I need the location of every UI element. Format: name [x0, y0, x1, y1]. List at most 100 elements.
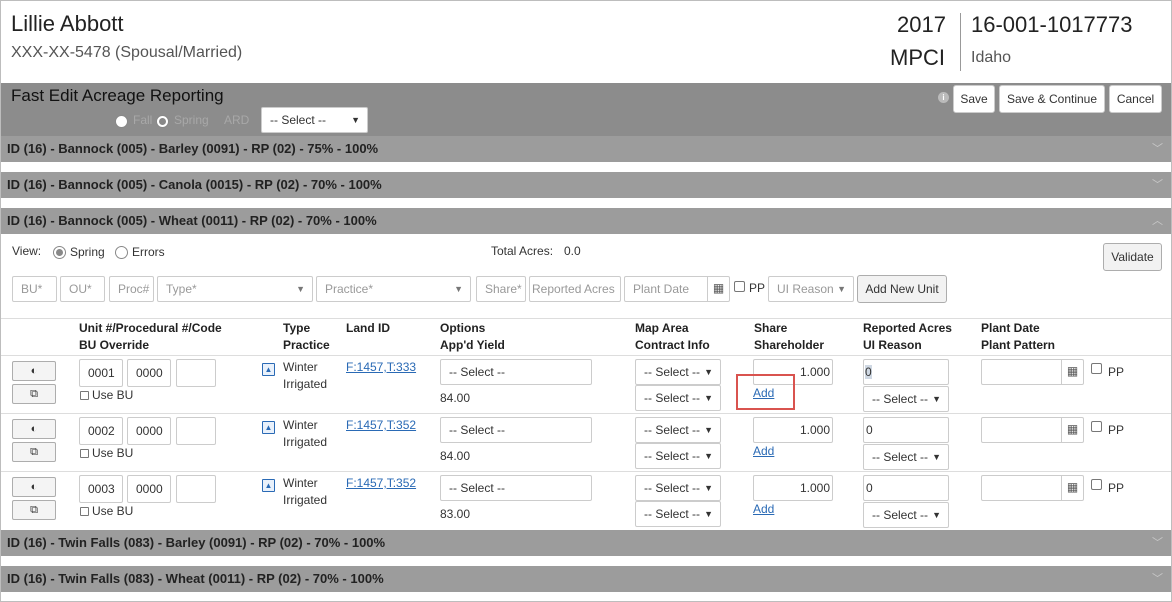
calendar-icon[interactable]: ▦ [1061, 418, 1083, 442]
contrast-button[interactable]: ◐ [12, 477, 56, 497]
section-header-twin-falls-barley[interactable]: ID (16) - Twin Falls (083) - Barley (009… [1, 530, 1171, 556]
map-area-select[interactable]: -- Select -- ▼ [635, 475, 721, 501]
procedural-number-value: 0000 [136, 482, 163, 496]
validate-button[interactable]: Validate [1103, 243, 1162, 271]
col-shareholder-title: Shareholder [754, 338, 825, 352]
ou-input[interactable]: OU* [60, 276, 105, 302]
cancel-button[interactable]: Cancel [1109, 85, 1162, 113]
plant-date-input[interactable]: ▦ [981, 359, 1084, 385]
options-value: -- Select -- [449, 481, 506, 495]
expand-icon[interactable]: ▲ [262, 421, 275, 434]
section-header-canola[interactable]: ID (16) - Bannock (005) - Canola (0015) … [1, 172, 1171, 198]
contract-info-select[interactable]: -- Select -- ▼ [635, 385, 721, 411]
fall-radio[interactable] [115, 115, 128, 128]
plant-date-input[interactable]: Plant Date ▦ [624, 276, 730, 302]
col-plant-date: Plant Date Plant Pattern [981, 320, 1055, 354]
type-select[interactable]: Type* ▼ [157, 276, 313, 302]
reported-acres-input[interactable]: 0 [863, 417, 949, 443]
reported-acres-input[interactable]: 0 [863, 475, 949, 501]
section-header-twin-falls-wheat[interactable]: ID (16) - Twin Falls (083) - Wheat (0011… [1, 566, 1171, 592]
chevron-down-icon: ▼ [932, 452, 941, 462]
col-practice-title: Practice [283, 338, 330, 352]
view-spring-radio[interactable] [53, 246, 66, 259]
contract-info-select[interactable]: -- Select -- ▼ [635, 443, 721, 469]
save-continue-button[interactable]: Save & Continue [999, 85, 1105, 113]
contract-info-select[interactable]: -- Select -- ▼ [635, 501, 721, 527]
unit-number-input[interactable]: 0002 [79, 417, 123, 445]
add-shareholder-link[interactable]: Add [753, 444, 774, 458]
pp-label: PP [1108, 481, 1125, 495]
col-reported-title: Reported Acres [863, 321, 952, 335]
chevron-down-icon: ▼ [351, 115, 360, 125]
header-divider [960, 13, 961, 71]
use-bu-checkbox[interactable] [80, 507, 89, 516]
use-bu-label: Use BU [92, 504, 134, 518]
col-ui-reason-title: UI Reason [863, 338, 922, 352]
land-id-link[interactable]: F:1457,T:352 [346, 418, 416, 432]
share-input[interactable]: 1.000 [753, 417, 833, 443]
ard-select[interactable]: -- Select -- ▼ [261, 107, 368, 133]
calendar-icon[interactable]: ▦ [1061, 476, 1083, 500]
proc-input[interactable]: Proc# [109, 276, 154, 302]
ui-reason-select[interactable]: -- Select -- ▼ [863, 444, 949, 470]
expand-icon[interactable]: ▲ [262, 479, 275, 492]
share-input[interactable]: 1.000 [753, 475, 833, 501]
code-input[interactable] [176, 359, 216, 387]
pp-checkbox[interactable] [1091, 363, 1102, 374]
code-input[interactable] [176, 475, 216, 503]
bu-input[interactable]: BU* [12, 276, 57, 302]
calendar-icon[interactable]: ▦ [1061, 360, 1083, 384]
share-input[interactable]: Share* [476, 276, 526, 302]
reported-acres-input[interactable]: Reported Acres [529, 276, 621, 302]
appd-yield-value: 84.00 [440, 449, 471, 463]
col-options-title: Options [440, 321, 486, 335]
contrast-button[interactable]: ◐ [12, 419, 56, 439]
plant-date-input[interactable]: ▦ [981, 475, 1084, 501]
code-input[interactable] [176, 417, 216, 445]
chevron-down-icon: ▼ [704, 509, 713, 519]
map-area-select[interactable]: -- Select -- ▼ [635, 359, 721, 385]
options-select[interactable]: -- Select -- [440, 475, 592, 501]
practice-select[interactable]: Practice* ▼ [316, 276, 471, 302]
save-button[interactable]: Save [953, 85, 995, 113]
spring-radio[interactable] [156, 115, 169, 128]
use-bu-checkbox[interactable] [80, 449, 89, 458]
reported-acres-input[interactable]: 0 [863, 359, 949, 385]
land-id-link[interactable]: F:1457,T:352 [346, 476, 416, 490]
map-area-value: -- Select -- [644, 423, 701, 437]
expand-icon[interactable]: ▲ [262, 363, 275, 376]
calendar-icon[interactable]: ▦ [707, 277, 729, 301]
ui-reason-select[interactable]: -- Select -- ▼ [863, 386, 949, 412]
pp-checkbox[interactable] [1091, 421, 1102, 432]
ui-reason-select[interactable]: UI Reason ▼ [768, 276, 854, 302]
map-area-value: -- Select -- [644, 481, 701, 495]
pp-checkbox[interactable] [734, 281, 745, 292]
copy-button[interactable]: ⧉ [12, 384, 56, 404]
section-header-wheat[interactable]: ID (16) - Bannock (005) - Wheat (0011) -… [1, 208, 1171, 234]
unit-number-input[interactable]: 0001 [79, 359, 123, 387]
ui-reason-value: -- Select -- [872, 450, 929, 464]
plant-date-input[interactable]: ▦ [981, 417, 1084, 443]
use-bu-checkbox[interactable] [80, 391, 89, 400]
copy-button[interactable]: ⧉ [12, 442, 56, 462]
section-header-barley[interactable]: ID (16) - Bannock (005) - Barley (0091) … [1, 136, 1171, 162]
appd-yield-value: 84.00 [440, 391, 471, 405]
policy-number: 16-001-1017773 [971, 12, 1133, 37]
procedural-number-input[interactable]: 0000 [127, 359, 171, 387]
land-id-link[interactable]: F:1457,T:333 [346, 360, 416, 374]
add-new-unit-button[interactable]: Add New Unit [857, 275, 947, 303]
copy-button[interactable]: ⧉ [12, 500, 56, 520]
options-select[interactable]: -- Select -- [440, 359, 592, 385]
info-icon[interactable]: i [938, 92, 949, 103]
procedural-number-input[interactable]: 0000 [127, 417, 171, 445]
options-select[interactable]: -- Select -- [440, 417, 592, 443]
map-area-select[interactable]: -- Select -- ▼ [635, 417, 721, 443]
contrast-button[interactable]: ◐ [12, 361, 56, 381]
pp-checkbox[interactable] [1091, 479, 1102, 490]
procedural-number-input[interactable]: 0000 [127, 475, 171, 503]
practice-value: Irrigated [283, 435, 328, 449]
ui-reason-select[interactable]: -- Select -- ▼ [863, 502, 949, 528]
view-errors-radio[interactable] [115, 246, 128, 259]
unit-number-input[interactable]: 0003 [79, 475, 123, 503]
add-shareholder-link[interactable]: Add [753, 502, 774, 516]
